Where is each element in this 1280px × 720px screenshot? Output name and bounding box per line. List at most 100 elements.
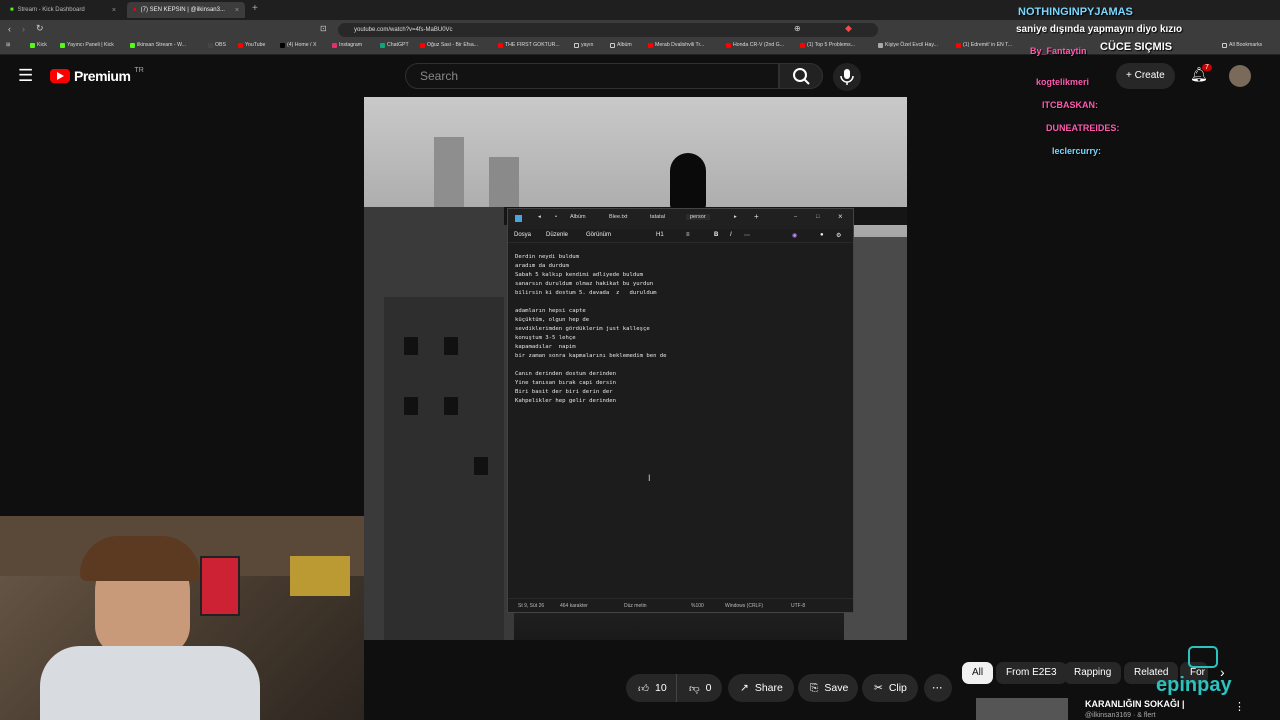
streamer-hair [80,536,200,581]
forward-icon[interactable]: ▸ [734,214,737,220]
chat-username: kogtelikmeri [1036,77,1090,87]
forward-icon[interactable]: › [22,24,25,34]
bookmark[interactable]: THE FIRST GOKTUR... [498,42,560,48]
notepad-tab-active[interactable]: persor [686,214,710,220]
notepad-tab[interactable]: Albüm [570,214,586,220]
bookmark[interactable]: Oğuz Sasi - Bir Efsa... [420,42,478,48]
bookmark[interactable]: Kişiye Özel Evcil Hay... [878,42,938,48]
related-title[interactable]: KARANLIĞIN SOKAĞI | [1085,699,1185,709]
bookmark-folder[interactable]: Albüm [610,42,632,48]
chip-from-channel[interactable]: From E2E3 [996,662,1067,684]
bookmark-icon: ⎘ [810,681,819,694]
chat-username: By_Fantaytin [1030,46,1087,56]
notification-badge: 7 [1202,64,1212,71]
bookmark[interactable]: Kick [30,42,47,48]
poster [200,556,240,616]
chat-username: DUNEATREIDES: [1046,123,1120,133]
bookmark[interactable]: YouTube [238,42,265,48]
youtube-logo[interactable]: Premium TR [50,67,144,84]
close-icon[interactable]: × [112,7,116,14]
save-button[interactable]: ⎘ Save [798,674,858,702]
notepad-tab[interactable]: tatatal [650,214,665,220]
all-bookmarks[interactable]: All Bookmarks [1222,42,1262,48]
menu-file[interactable]: Dosya [514,232,531,238]
window [444,397,458,415]
menu-icon[interactable]: ☰ [18,66,33,86]
bookmark[interactable]: (4) Home / X [280,42,316,48]
bookmark[interactable]: Honda CR-V (2nd G... [726,42,784,48]
bookmark[interactable]: (1) Top 5 Problems... [800,42,855,48]
webcam-overlay [0,516,364,720]
notepad-tab-bar: ◂ • Albüm Blee.txt tatatal persor ▸ + – … [508,209,853,229]
notepad-window[interactable]: ◂ • Albüm Blee.txt tatatal persor ▸ + – … [507,208,854,613]
create-button[interactable]: + Create [1116,63,1175,89]
more-icon: ⋯ [932,682,943,694]
back-icon[interactable]: ‹ [8,24,11,34]
poster [290,556,350,596]
italic-icon[interactable]: I [730,232,732,238]
sponsor-logo-icon [1188,646,1218,668]
settings-icon[interactable]: ⚙ [836,232,841,239]
text-cursor-icon: I [648,473,651,483]
chip-rapping[interactable]: Rapping [1064,662,1122,684]
reload-icon[interactable]: ↻ [36,23,44,34]
tab-kick-dashboard[interactable]: ■ Stream - Kick Dashboard × [4,2,122,18]
maximize-icon[interactable]: □ [816,214,819,220]
avatar[interactable] [1229,65,1251,87]
thumbs-up-icon: 👍︎ [638,682,649,695]
like-button[interactable]: 👍︎ 10 [626,674,676,702]
search-button[interactable] [779,63,823,89]
chat-username: ITCBASKAN: [1042,100,1098,110]
related-thumbnail[interactable] [976,698,1068,720]
window [404,337,418,355]
copilot-icon[interactable]: ◉ [792,232,797,239]
page-info-icon[interactable]: ⊡ [320,24,327,33]
chat-username: NOTHINGINPYJAMAS [1018,6,1133,18]
streamer-shirt [40,646,260,720]
notepad-text-area[interactable]: Derdin neydi buldum aradım da durdum Sab… [515,253,667,406]
tab-youtube-video[interactable]: ● (7) SEN KEPSIN | @ilkinsan3... × [127,2,245,18]
clip-button[interactable]: ✂ Clip [862,674,918,702]
heading-dropdown[interactable]: H1 [656,232,664,238]
share-button[interactable]: ↗ Share [728,674,794,702]
minimize-icon[interactable]: – [794,214,797,220]
bookmark[interactable]: Instagram [332,42,362,48]
dislike-button[interactable]: 👎︎ 0 [676,674,722,702]
apps-icon[interactable]: ⊞ [6,42,10,48]
new-tab-button[interactable]: + [252,3,258,14]
more-actions-button[interactable]: ⋯ [924,674,952,702]
bookmark-folder[interactable]: yayın [574,42,593,48]
bookmark[interactable]: ChatGPT [380,42,409,48]
close-icon[interactable]: × [235,7,239,14]
notepad-status-bar: St 9, Süt 26 464 karakter Düz metin %100… [508,598,853,612]
list-icon[interactable]: ≡ [686,232,690,238]
close-icon[interactable]: × [838,212,843,221]
window [474,457,488,475]
search-input[interactable]: Search [405,63,779,89]
share-icon: ↗ [740,682,749,694]
back-icon[interactable]: ◂ [538,214,541,220]
youtube-play-icon [50,69,70,83]
bold-icon[interactable]: B [714,232,718,238]
bookmark[interactable]: OBS [208,42,226,48]
scissors-icon: ✂ [874,682,883,694]
youtube-icon: ● [133,7,137,13]
zoom-icon[interactable]: ⊕ [794,24,801,33]
bookmark[interactable]: Merab Dvalishvili Tr... [648,42,704,48]
brave-shield-icon[interactable]: ◆ [845,23,852,34]
bookmark[interactable]: (1) Edremit' in EN T... [956,42,1012,48]
more-vert-icon[interactable]: ⋮ [1234,700,1245,713]
menu-edit[interactable]: Düzenle [546,232,568,238]
kick-icon: ■ [10,7,14,13]
notepad-menu-bar: Dosya Düzenle Görünüm H1 ≡ B I ⋯ ◉ ● ⚙ [508,229,853,243]
account-icon[interactable]: ● [820,232,824,238]
more-icon[interactable]: ⋯ [744,232,750,239]
bookmark[interactable]: ilkinsan Stream - W... [130,42,186,48]
new-tab-icon[interactable]: + [754,212,759,221]
chip-all[interactable]: All [962,662,994,684]
sponsor-logo: epinpay [1156,674,1232,696]
notepad-tab[interactable]: Blee.txt [609,214,627,220]
menu-view[interactable]: Görünüm [586,232,611,238]
bookmark[interactable]: Yayıncı Paneli | Kick [60,42,114,48]
voice-search-button[interactable] [833,63,861,91]
